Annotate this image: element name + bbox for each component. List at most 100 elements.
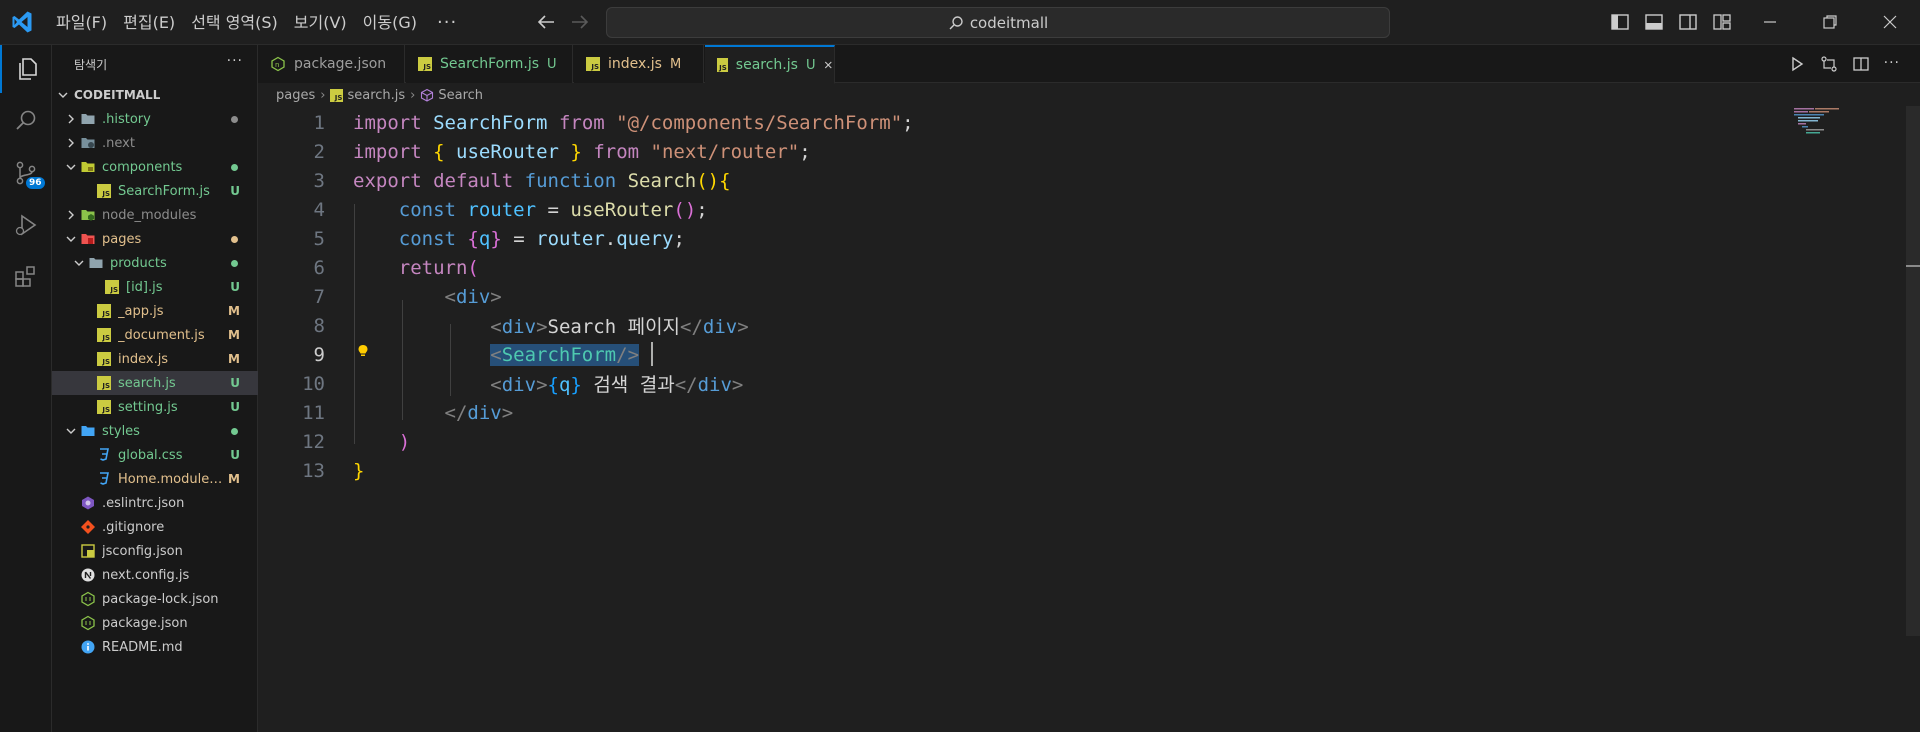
title-bar: 파일(F) 편집(E) 선택 영역(S) 보기(V) 이동(G) ··· cod… [0,0,1920,45]
file-tree: .history .next components JS SearchForm.js Un… [52,107,258,659]
menu-bar: 파일(F) 편집(E) 선택 영역(S) 보기(V) 이동(G) ··· [48,0,469,45]
code-line: 10 <div>{q} 검색 결과</div> [258,369,1898,398]
tree-item[interactable]: JS setting.js U [52,395,258,419]
back-arrow-icon[interactable] [534,10,558,34]
tab-package-json[interactable]: n package.json [258,45,405,83]
tree-item[interactable]: JS [id].js U [52,275,258,299]
activity-source-control[interactable]: 96 [0,149,52,197]
menu-view[interactable]: 보기(V) [286,0,355,45]
tree-item-label: .next [102,135,135,151]
tab-label: SearchForm.js [440,56,539,72]
tree-item[interactable]: JS search.js U [52,371,258,395]
tree-item[interactable]: JS _app.js M [52,299,258,323]
layout-controls [1610,12,1732,32]
tree-item[interactable]: .gitignore [52,515,258,539]
close-window-icon[interactable] [1880,12,1900,32]
explorer-sidebar: 탐색기 ··· CODEITMALL .history .next componen… [52,45,258,732]
code-text: import { useRouter } from "next/router"; [353,140,811,163]
code-editor[interactable]: 1 import SearchForm from "@/components/S… [258,106,1906,732]
menu-more-button[interactable]: ··· [425,0,469,45]
json-file-icon [80,543,96,559]
tree-item[interactable]: .eslintrc.json [52,491,258,515]
tab-index-js[interactable]: JS index.js M [574,45,704,83]
code-text: } [353,459,365,482]
tree-item[interactable]: JS _document.js M [52,323,258,347]
tree-item[interactable]: .next [52,131,258,155]
explorer-title: 탐색기 [74,57,108,72]
git-file-icon [80,519,96,535]
lightbulb-icon[interactable] [355,343,371,359]
toggle-secondary-sidebar-icon[interactable] [1678,12,1698,32]
tree-item[interactable]: products [52,251,258,275]
vertical-scrollbar[interactable] [1906,106,1920,636]
activity-run-debug[interactable] [0,201,52,249]
js-file-icon: JS [97,184,111,198]
tree-item[interactable]: styles [52,419,258,443]
search-icon [16,110,36,130]
restore-icon[interactable] [1820,12,1840,32]
tree-item[interactable]: README.md [52,635,258,659]
minimize-icon[interactable] [1760,12,1780,32]
line-number: 9 [313,343,325,366]
forward-arrow-icon[interactable] [568,10,592,34]
tree-item[interactable]: package-lock.json [52,587,258,611]
open-changes-icon[interactable] [1820,55,1838,73]
command-center-search[interactable]: codeitmall [606,7,1390,38]
line-number: 2 [313,140,325,163]
chevron-right-icon: › [320,87,326,103]
tree-item[interactable]: package.json [52,611,258,635]
git-status-badge: M [228,328,240,342]
tree-item[interactable]: jsconfig.json [52,539,258,563]
line-number: 7 [313,285,325,308]
menu-go[interactable]: 이동(G) [355,0,425,45]
toggle-primary-sidebar-icon[interactable] [1610,12,1630,32]
explorer-more-button[interactable]: ··· [227,53,243,69]
activity-search[interactable] [0,97,52,145]
git-status-dot [231,163,238,171]
customize-layout-icon[interactable] [1712,12,1732,32]
tab-git-status: U [547,56,557,72]
activity-explorer[interactable] [0,45,52,93]
code-text: <div>{q} 검색 결과</div> [490,374,744,396]
run-icon[interactable] [1788,55,1806,73]
explorer-header: 탐색기 ··· [52,45,257,83]
tree-item[interactable]: Home.module.... M [52,467,258,491]
tree-item[interactable]: JS index.js M [52,347,258,371]
tree-item[interactable]: global.css U [52,443,258,467]
code-text: <div>Search 페이지</div> [490,316,749,338]
breadcrumb-symbol[interactable]: Search [438,88,483,103]
tree-item[interactable]: pages [52,227,258,251]
code-line: 12 ) [258,427,1898,456]
info-file-icon [80,639,96,655]
tree-item[interactable]: components [52,155,258,179]
split-editor-icon[interactable] [1852,55,1870,73]
tree-item[interactable]: JS SearchForm.js U [52,179,258,203]
git-status-badge: M [228,304,240,318]
line-number: 6 [313,256,325,279]
menu-file[interactable]: 파일(F) [48,0,115,45]
more-actions-button[interactable]: ··· [1884,55,1900,73]
toggle-panel-icon[interactable] [1644,12,1664,32]
git-status-badge: U [230,184,240,198]
tree-root[interactable]: CODEITMALL [52,83,258,107]
menu-edit[interactable]: 편집(E) [115,0,183,45]
tree-item-label: setting.js [118,399,178,415]
line-number: 1 [313,111,325,134]
breadcrumb-folder[interactable]: pages [276,88,315,103]
breadcrumb-file[interactable]: search.js [347,88,405,103]
close-tab-icon[interactable] [823,58,834,72]
tree-item[interactable]: next.config.js [52,563,258,587]
minimap[interactable] [1792,106,1852,136]
code-text: return( [398,256,479,279]
tree-item-label: [id].js [126,279,163,295]
tree-item[interactable]: node_modules [52,203,258,227]
activity-extensions[interactable] [0,253,52,301]
git-status-badge: U [230,448,240,462]
git-status-dot [231,115,238,123]
menu-selection[interactable]: 선택 영역(S) [183,0,286,45]
nodejs-file-icon [80,615,96,631]
js-file-icon: JS [418,57,432,71]
tab-searchform-js[interactable]: JS SearchForm.js U [406,45,573,83]
tree-item[interactable]: .history [52,107,258,131]
tab-search-js[interactable]: JS search.js U [705,45,835,84]
